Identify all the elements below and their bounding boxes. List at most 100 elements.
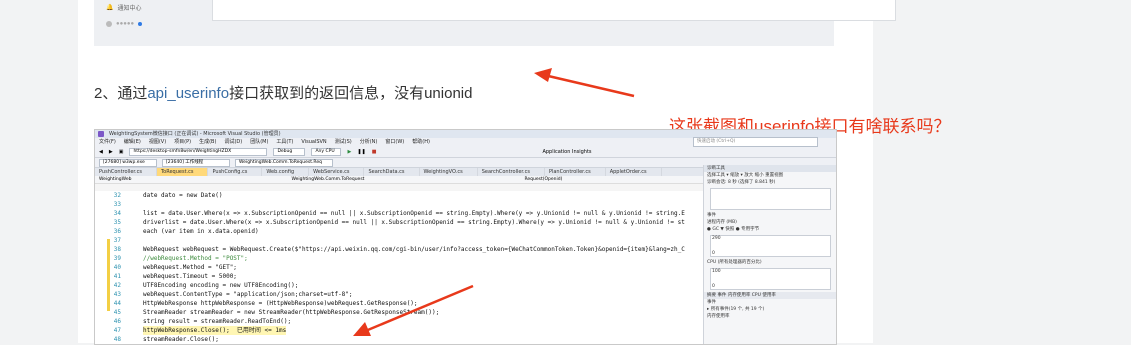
quick-launch-input[interactable]: 快速启动 (Ctrl+Q)	[693, 137, 818, 147]
line-number: 41	[113, 273, 121, 280]
thread-select[interactable]: [23640] 工作线程	[162, 159, 230, 167]
forward-icon[interactable]: ▶	[109, 147, 113, 157]
code-line: date dato = new Date()	[143, 192, 223, 199]
previous-screenshot-panel	[212, 0, 896, 21]
memory-graph: 290 0	[710, 235, 831, 257]
diag-memory: 进程内存 (MB)	[707, 220, 737, 225]
stop-icon[interactable]: ■	[372, 147, 377, 157]
menu-item[interactable]: 项目(P)	[174, 138, 191, 147]
process-select[interactable]: [27680] w3wp.exe	[99, 159, 157, 167]
line-number: 34	[113, 210, 121, 217]
code-line: UTF8Encoding encoding = new UTF8Encoding…	[143, 282, 299, 289]
code-line: string result = streamReader.ReadToEnd()…	[143, 318, 292, 325]
line-number: 32	[113, 192, 121, 199]
menu-item[interactable]: 团队(M)	[250, 138, 268, 147]
code-line: webRequest.Method = "GET";	[143, 264, 237, 271]
platform-select[interactable]: Any CPU	[311, 148, 342, 156]
menu-item[interactable]: 视图(V)	[149, 138, 166, 147]
diag-memory-row: 内存使用率	[707, 314, 730, 319]
diag-timeline	[710, 188, 831, 210]
tab-document[interactable]: PushController.cs	[95, 168, 157, 176]
menu-item[interactable]: 窗口(W)	[385, 138, 404, 147]
section-heading: 2、通过api_userinfo接口获取到的返回信息，没有unionid	[94, 82, 472, 103]
diag-events-detail[interactable]: ▸ 所有事件(19 个, 共 19 个)	[704, 306, 836, 313]
line-number: 38	[113, 246, 121, 253]
back-icon[interactable]: ◀	[99, 147, 103, 157]
tab-document[interactable]: PlanController.cs	[545, 168, 606, 176]
line-number: 47	[113, 327, 121, 334]
sidebar-item-label: ●●●●●	[116, 21, 135, 27]
code-line: WebRequest webRequest = WebRequest.Creat…	[143, 246, 685, 253]
nav-project[interactable]: WeightingWeb	[99, 176, 131, 183]
visual-studio-screenshot: WeightingSystem微信接口 (正在调试) - Microsoft V…	[94, 129, 837, 345]
tab-document[interactable]: PushConfig.cs	[208, 168, 263, 176]
cpu-axis-min: 0	[712, 284, 715, 289]
tab-document[interactable]: Web.config	[262, 168, 310, 176]
bell-icon: 🔔	[106, 5, 114, 11]
stack-frame-select[interactable]: WeightingWeb.Comm.ToRequest.Req	[235, 159, 333, 167]
diag-events: 事件	[707, 213, 716, 218]
memory-axis-min: 0	[712, 251, 715, 256]
cpu-graph: 100 0	[710, 268, 831, 290]
diag-header: 诊断工具	[704, 165, 836, 172]
menu-item[interactable]: 帮助(H)	[412, 138, 430, 147]
line-number: 37	[113, 237, 121, 244]
line-number: 33	[113, 201, 121, 208]
sidebar-item-account: ●●●●●	[106, 21, 143, 27]
tab-document[interactable]: SearchController.cs	[478, 168, 545, 176]
app-insights-button[interactable]: Application Insights	[542, 147, 591, 157]
menu-item[interactable]: 调试(D)	[224, 138, 242, 147]
code-line: webRequest.ContentType = "application/js…	[143, 291, 353, 298]
vs-document-tabs: PushController.cs ToRequest.cs PushConfig.…	[95, 168, 703, 176]
config-select[interactable]: Debug	[273, 148, 306, 156]
line-number: 35	[113, 219, 121, 226]
line-number: 42	[113, 282, 121, 289]
api-userinfo-link[interactable]: api_userinfo	[147, 85, 229, 102]
code-line: webRequest.Timeout = 5000;	[143, 273, 237, 280]
tab-document[interactable]: WebService.cs	[309, 168, 365, 176]
vs-navigation-bar: WeightingWeb WeightingWeb.Comm.ToRequest…	[95, 176, 707, 184]
menu-item[interactable]: 测试(S)	[335, 138, 352, 147]
vs-logo-icon	[98, 131, 104, 137]
tab-document[interactable]: WeightingVO.cs	[420, 168, 478, 176]
menu-item[interactable]: 编辑(E)	[124, 138, 141, 147]
line-number: 44	[113, 300, 121, 307]
diag-tabs[interactable]: 摘要 事件 内存使用率 CPU 使用率	[704, 292, 836, 299]
diag-cpu: CPU (所有处理器的百分比)	[707, 260, 762, 265]
code-line: each (var item in x.data.openid)	[143, 228, 259, 235]
pause-icon[interactable]: ❚❚	[357, 147, 365, 157]
sidebar-item-label: 通知中心	[117, 6, 142, 12]
line-number: 39	[113, 255, 121, 262]
code-line: httpWebResponse.Close(); 已用时间 <= 1ms	[143, 326, 287, 335]
menu-item[interactable]: VisualSVN	[301, 138, 326, 147]
memory-axis-max: 290	[712, 236, 721, 241]
tab-document[interactable]: AppletOrder.cs	[606, 168, 662, 176]
heading-prefix: 2、通过	[94, 85, 148, 102]
code-line: list = date.User.Where(x => x.Subscripti…	[143, 210, 685, 217]
avatar	[106, 21, 112, 27]
red-arrow-code	[353, 284, 474, 336]
heading-suffix: 接口获取到的返回信息，没有unionid	[229, 85, 473, 102]
line-number: 46	[113, 318, 121, 325]
save-icon[interactable]: ▣	[119, 147, 124, 157]
tab-document[interactable]: ToRequest.cs	[156, 168, 209, 176]
vs-window-title: WeightingSystem微信接口 (正在调试) - Microsoft V…	[109, 131, 281, 137]
menu-item[interactable]: 分析(N)	[360, 138, 378, 147]
diag-session: 诊断会话: 8 秒 (选择了 8.841 秒)	[707, 180, 776, 185]
line-number: 40	[113, 264, 121, 271]
sidebar-item-notifications: 🔔 通知中心	[106, 3, 142, 12]
start-url-field[interactable]: https://desktop-smfn8w/en/WeightingHZDX	[129, 148, 268, 156]
previous-screenshot: 🔔 通知中心 ●●●●●	[94, 0, 896, 46]
diag-toolbar[interactable]: 选择工具 ▾ 缩放 ▾ 放大 缩小 重置视图	[704, 172, 836, 179]
nav-member[interactable]: Request(Openid)	[524, 176, 562, 183]
line-number: 36	[113, 228, 121, 235]
cpu-axis-max: 100	[712, 269, 721, 274]
continue-icon[interactable]: ▶	[347, 147, 351, 157]
nav-type[interactable]: WeightingWeb.Comm.ToRequest	[291, 176, 364, 183]
tab-document[interactable]: SearchData.cs	[364, 168, 420, 176]
menu-item[interactable]: 生成(B)	[199, 138, 216, 147]
code-line: //webRequest.Method = "POST";	[143, 255, 248, 262]
menu-item[interactable]: 文件(F)	[99, 138, 116, 147]
menu-item[interactable]: 工具(T)	[276, 138, 293, 147]
diagnostic-tools-panel: 诊断工具 选择工具 ▾ 缩放 ▾ 放大 缩小 重置视图 诊断会话: 8 秒 (选…	[703, 165, 836, 344]
